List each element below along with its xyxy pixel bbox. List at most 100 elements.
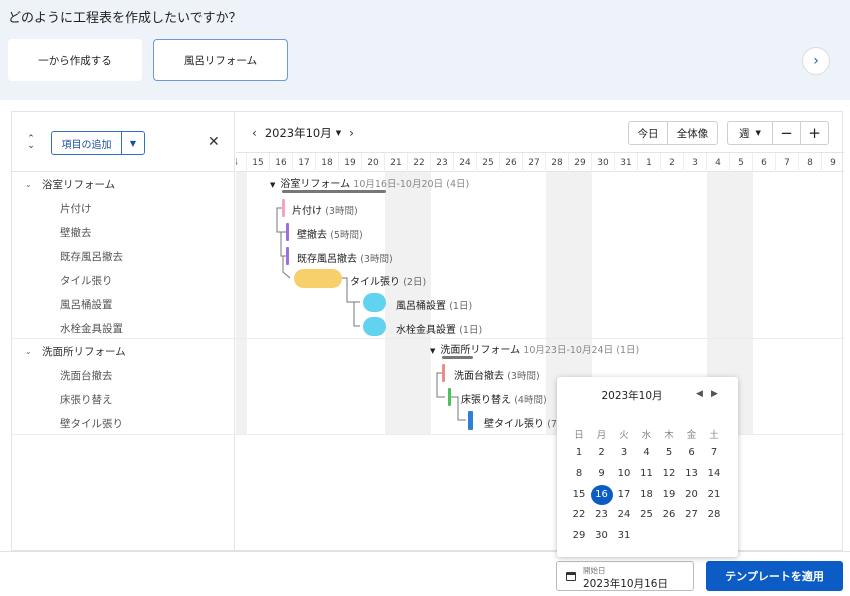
caret-down-icon[interactable]: ▼ — [270, 181, 275, 189]
task-bar[interactable] — [442, 364, 445, 382]
summary-label[interactable]: ▼ 洗面所リフォーム 10月23日-10月24日 (1日) — [430, 341, 639, 356]
calendar-day[interactable]: 12 — [658, 464, 680, 484]
task-row[interactable]: 壁撤去 — [12, 220, 235, 244]
weekday-label: 火 — [619, 430, 629, 441]
weekday-label: 木 — [664, 430, 674, 441]
calendar-day[interactable]: 26 — [658, 505, 680, 525]
calendar-day[interactable]: 18 — [636, 485, 658, 505]
task-bar[interactable] — [294, 269, 342, 288]
calendar-day[interactable]: 28 — [703, 505, 725, 525]
calendar-day[interactable]: 3 — [613, 443, 635, 463]
calendar-day[interactable]: 20 — [681, 485, 703, 505]
add-item-label[interactable]: 項目の追加 — [52, 132, 122, 154]
task-bar[interactable] — [448, 388, 451, 406]
task-name: 片付け — [60, 202, 92, 215]
bar-duration: (7 — [547, 419, 557, 430]
calendar-day[interactable]: 22 — [568, 505, 590, 525]
weekday-label: 土 — [709, 430, 719, 441]
calendar-day[interactable]: 25 — [636, 505, 658, 525]
date-picker-popup: 2023年10月 ◀ ▶ 日月火水木金土 1 2 3 4 5 6 7 8 9 10 11 12 13 14 1… — [557, 377, 738, 557]
calendar-day[interactable]: 8 — [568, 464, 590, 484]
add-item-button[interactable]: 項目の追加 ▼ — [51, 131, 145, 155]
summary-range: 10月23日-10月24日 — [523, 345, 614, 356]
task-row[interactable]: 床張り替え — [12, 387, 235, 411]
calendar-day[interactable]: 31 — [613, 526, 635, 546]
bar-duration: (5時間) — [330, 230, 363, 241]
task-bar[interactable] — [286, 223, 289, 241]
task-bar-label: 既存風呂撤去 (3時間) — [297, 250, 393, 265]
task-bar[interactable] — [363, 293, 386, 312]
task-row[interactable]: 水栓金具設置 — [12, 316, 235, 340]
task-row[interactable]: 風呂桶設置 — [12, 292, 235, 316]
calendar-day[interactable]: 17 — [613, 485, 635, 505]
chevron-down-icon[interactable]: ⌄ — [25, 347, 32, 356]
task-row[interactable]: 壁タイル張り — [12, 411, 235, 435]
calendar-day[interactable]: 13 — [681, 464, 703, 484]
calendar-day[interactable]: 2 — [591, 443, 613, 463]
start-date-value[interactable]: 2023年10月16日 — [583, 576, 668, 591]
chevron-down-icon[interactable]: ⌄ — [25, 180, 32, 189]
calendar-day[interactable]: 11 — [636, 464, 658, 484]
calendar-day[interactable]: 7 — [703, 443, 725, 463]
calendar-day[interactable]: 6 — [681, 443, 703, 463]
calendar-day[interactable]: 30 — [591, 526, 613, 546]
bar-name: 風呂桶設置 — [396, 301, 446, 312]
caret-down-icon[interactable]: ▼ — [430, 347, 435, 355]
next-templates-button[interactable]: › — [802, 47, 830, 75]
triangle-left-icon[interactable]: ◀ — [696, 389, 703, 399]
calendar-day-selected[interactable]: 16 — [590, 484, 613, 505]
calendar-day[interactable]: 1 — [568, 443, 590, 463]
bar-name: 壁撤去 — [297, 230, 327, 241]
start-date-field[interactable]: 開始日 2023年10月16日 — [556, 561, 694, 591]
summary-label[interactable]: ▼ 浴室リフォーム 10月16日-10月20日 (4日) — [270, 175, 469, 190]
calendar-day[interactable]: 19 — [658, 485, 680, 505]
calendar-day[interactable]: 14 — [703, 464, 725, 484]
task-group-row[interactable]: ⌄ 洗面所リフォーム — [12, 339, 235, 363]
calendar-day[interactable]: 9 — [591, 464, 613, 484]
calendar-day[interactable]: 15 — [568, 485, 590, 505]
close-icon[interactable]: ✕ — [208, 134, 220, 150]
task-bar-label: 壁タイル張り (7 — [484, 415, 557, 430]
bar-name: 水栓金具設置 — [396, 325, 456, 336]
calendar-day[interactable]: 27 — [681, 505, 703, 525]
calendar-day[interactable]: 10 — [613, 464, 635, 484]
task-bar-label: 洗面台撤去 (3時間) — [454, 367, 540, 382]
triangle-right-icon[interactable]: ▶ — [711, 389, 718, 399]
bar-name: 壁タイル張り — [484, 419, 544, 430]
task-row[interactable]: 洗面台撤去 — [12, 363, 235, 387]
bar-name: 既存風呂撤去 — [297, 254, 357, 265]
apply-template-button[interactable]: テンプレートを適用 — [706, 561, 843, 591]
task-row[interactable]: 片付け — [12, 196, 235, 220]
task-name: 浴室リフォーム — [42, 178, 116, 191]
template-bath-renovation-button[interactable]: 風呂リフォーム — [153, 39, 288, 81]
summary-bar[interactable] — [442, 356, 473, 359]
bar-duration: (3時間) — [507, 371, 540, 382]
task-bar-label: 風呂桶設置 (1日) — [396, 297, 472, 312]
task-group-row[interactable]: ⌄ 浴室リフォーム — [12, 172, 235, 196]
weekday-label: 日 — [574, 430, 584, 441]
task-bar[interactable] — [363, 317, 386, 336]
task-bar-label: 床張り替え (4時間) — [461, 391, 547, 406]
summary-bar[interactable] — [282, 190, 386, 193]
dependency-link — [353, 301, 360, 327]
start-date-label: 開始日 — [583, 566, 606, 575]
calendar-day[interactable]: 4 — [636, 443, 658, 463]
caret-down-icon[interactable]: ▼ — [122, 132, 144, 154]
task-bar[interactable] — [286, 247, 289, 265]
task-name: 洗面台撤去 — [60, 369, 113, 382]
calendar-day[interactable]: 21 — [703, 485, 725, 505]
calendar-day[interactable]: 23 — [591, 505, 613, 525]
weekday-label: 水 — [641, 430, 652, 441]
calendar-day[interactable]: 24 — [613, 505, 635, 525]
collapse-all-icon[interactable]: ⌃ ⌄ — [26, 135, 36, 151]
calendar-day[interactable]: 29 — [568, 526, 590, 546]
task-bar-label: 水栓金具設置 (1日) — [396, 321, 482, 336]
task-row[interactable]: 既存風呂撤去 — [12, 244, 235, 268]
template-from-scratch-button[interactable]: 一から作成する — [8, 39, 142, 81]
calendar-day[interactable]: 5 — [658, 443, 680, 463]
weekday-label: 月 — [596, 430, 607, 441]
row-divider — [12, 338, 844, 339]
task-bar[interactable] — [468, 411, 473, 430]
task-row[interactable]: タイル張り — [12, 268, 235, 292]
task-bar[interactable] — [282, 199, 285, 217]
